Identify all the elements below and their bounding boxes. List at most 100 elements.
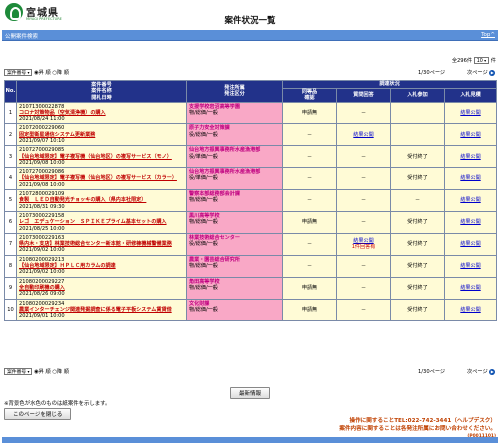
question-cell: 結果公開 [336,123,391,147]
col-org: 発注所属 発注区分 [186,80,283,103]
estimate-result-link[interactable]: 結果公開 [460,154,480,160]
order-kind: 物/総価/一般 [189,263,218,270]
case-name-link[interactable]: 全自動印刷機の購入 [19,285,65,291]
equivalent-status: － [282,189,337,212]
org-cell: 林業技術総合センター 役/総価/一般 [186,232,283,256]
estimate-result-link[interactable]: 結果公開 [460,241,480,247]
section-label: 公開案件検索 [5,34,39,40]
next-page-link[interactable]: 次ページ ▶ [467,69,496,76]
question-cell: － [336,189,391,212]
org-cell: 警察本部総務部会計課 物/総価/一般 [186,189,283,212]
case-cell: 21072800029109 食製 ＬＥＤ自動発光チョッキの購入（県内本社限定）… [16,189,187,212]
question-status: － [360,284,367,291]
col-estimate: 入札見積 [443,87,498,103]
open-datetime: 2021/08/24 11:00 [19,116,65,123]
per-page-select[interactable]: 10 [473,57,490,64]
per-page-suffix: 件 [490,58,496,64]
top-link[interactable]: Top^ [481,32,495,38]
case-cell: 21073000229163 県内木・支店】林業技術総合センター新本館・研修棟機… [16,232,187,256]
newest-button[interactable]: 最新情報 [229,387,270,399]
case-name-link[interactable]: 固定型衛星通信システム更新業務 [19,132,95,138]
question-cell: － [336,167,391,191]
case-cell: 21073000229158 レゴ エデュケーション ＳＰＩＫＥプライム基本セッ… [16,210,187,234]
participation-status: 受付終了 [390,167,445,191]
participation-status [390,123,445,147]
participation-status: 受付終了 [390,276,445,300]
org-cell: 黒川高等学校 物/総価/一般 [186,210,283,234]
estimate-result-link[interactable]: 結果公開 [460,307,480,313]
question-cell: － [336,145,391,169]
case-cell: 21071300022878 コロナ対策物品（空気清浄機）の購入 2021/08… [16,101,187,125]
question-status: － [360,153,367,160]
equivalent-status: － [282,145,337,169]
estimate-cell: 結果公開 [443,232,498,256]
table-row: 4 21072700029086 【仙台地域限定】電子複写機（仙台地区）の複写サ… [4,167,498,191]
page-indicator-bottom: 1/30ページ [418,369,446,375]
next-page-link-bottom[interactable]: 次ページ ▶ [467,368,496,375]
next-arrow-icon: ▶ [489,368,496,375]
page-title: 案件状況一覧 [224,16,276,26]
order-kind: 物/総価/一般 [189,197,218,204]
participation-status: 受付終了 [390,254,445,278]
total-count: 全296件 [451,58,473,64]
case-name-link[interactable]: 農業インターチェンジ関連発掘調査に係る電子平板システム賃貸借 [19,307,172,313]
header: 宮城県 MIYAGI PREFECTURE 案件状況一覧 [0,0,500,30]
question-status: － [360,109,367,116]
order-kind: 物/総価/一般 [189,109,218,116]
participation-status [390,101,445,125]
org-cell: 支援学校岩沼高等学園 物/総価/一般 [186,101,283,125]
table-row: 8 21080200029213 【仙台地域限定】ＨＰＬＣ用カラムの調達 202… [4,254,498,278]
col-participation: 入札参加 [390,87,445,103]
case-cell: 21072700029086 【仙台地域限定】電子複写機（仙台地区）の複写サービ… [16,167,187,191]
col-equivalent: 同等品 確認 [282,87,337,103]
col-survey: 調達状況 [281,80,498,89]
estimate-cell: 結果公開 [443,145,498,169]
sort-select-bottom[interactable]: 案件番号 [4,368,33,375]
estimate-result-link[interactable]: 結果公開 [460,263,480,269]
estimate-result-link[interactable]: 結果公開 [460,175,480,181]
case-name-link[interactable]: 【仙台地域限定】電子複写機（仙台地区）の複写サービス（モノ） [19,154,172,160]
estimate-result-link[interactable]: 結果公開 [460,219,480,225]
question-cell: － [336,298,391,322]
table-row: 10 21080200029234 農業インターチェンジ関連発掘調査に係る電子平… [4,298,498,322]
order-kind: 物/総価/一般 [189,306,218,313]
org-cell: 農業・園芸総合研究所 物/総価/一般 [186,254,283,278]
row-number: 9 [4,276,17,300]
participation-status: － [390,189,445,212]
note-text: ※背景色が水色のものは紙案件を示します。 [4,401,111,407]
close-page-button[interactable]: このページを閉じる [4,408,72,420]
table-row: 6 21073000229158 レゴ エデュケーション ＳＰＩＫＥプライム基本… [4,210,498,234]
case-cell: 21080200029234 農業インターチェンジ関連発掘調査に係る電子平板シス… [16,298,187,322]
order-kind: 役/総価/一般 [189,131,218,138]
sort-desc-label-bottom: 降 順 [56,369,69,375]
case-cell: 21080200029213 【仙台地域限定】ＨＰＬＣ用カラムの調達 2021/… [16,254,187,278]
case-name-link[interactable]: レゴ エデュケーション ＳＰＩＫＥプライム基本セットの購入 [19,219,167,225]
case-name-link[interactable]: コロナ対策物品（空気清浄機）の購入 [19,110,106,116]
open-datetime: 2021/09/08 10:00 [19,159,65,166]
contact-inquiry: 案件内容に関することは各発注所属にお問い合わせください。 [339,426,496,432]
question-cell: － [336,101,391,125]
case-name-link[interactable]: 県内木・支店】林業技術総合センター新本館・研修棟機械警備業務 [19,241,172,247]
open-datetime: 2021/08/25 10:00 [19,225,65,232]
case-name-link[interactable]: 食製 ＬＥＤ自動発光チョッキの購入（県内本社限定） [19,197,146,203]
org-cell: 仙台地方振興事務所水産漁港部 役/単価/一般 [186,167,283,191]
estimate-result-link[interactable]: 結果公開 [460,285,480,291]
question-result-link[interactable]: 結果公開 [353,132,373,138]
row-number: 1 [4,101,17,125]
case-name-link[interactable]: 【仙台地域限定】ＨＰＬＣ用カラムの調達 [19,263,116,269]
col-case: 案件番号 案件名称 開札日時 [16,80,187,103]
table-row: 9 21080200029227 全自動印刷機の購入 2021/08/26 09… [4,276,498,300]
next-arrow-icon: ▶ [489,69,496,76]
table-row: 2 21072000229060 固定型衛星通信システム更新業務 2021/09… [4,123,498,147]
case-name-link[interactable]: 【仙台地域限定】電子複写機（仙台地区）の複写サービス（カラー） [19,175,177,181]
estimate-result-link[interactable]: 結果公開 [460,110,480,116]
estimate-cell: 結果公開 [443,254,498,278]
sort-asc-label-bottom: 昇 順 [38,369,51,375]
estimate-result-link[interactable]: 結果公開 [460,197,480,203]
org-cell: 原子力安全対策課 役/総価/一般 [186,123,283,147]
open-datetime: 2021/08/26 09:00 [19,291,65,298]
estimate-result-link[interactable]: 結果公開 [460,132,480,138]
sort-select[interactable]: 案件番号 [4,69,33,76]
question-status: － [360,219,367,226]
open-datetime: 2021/09/02 10:00 [19,269,65,276]
